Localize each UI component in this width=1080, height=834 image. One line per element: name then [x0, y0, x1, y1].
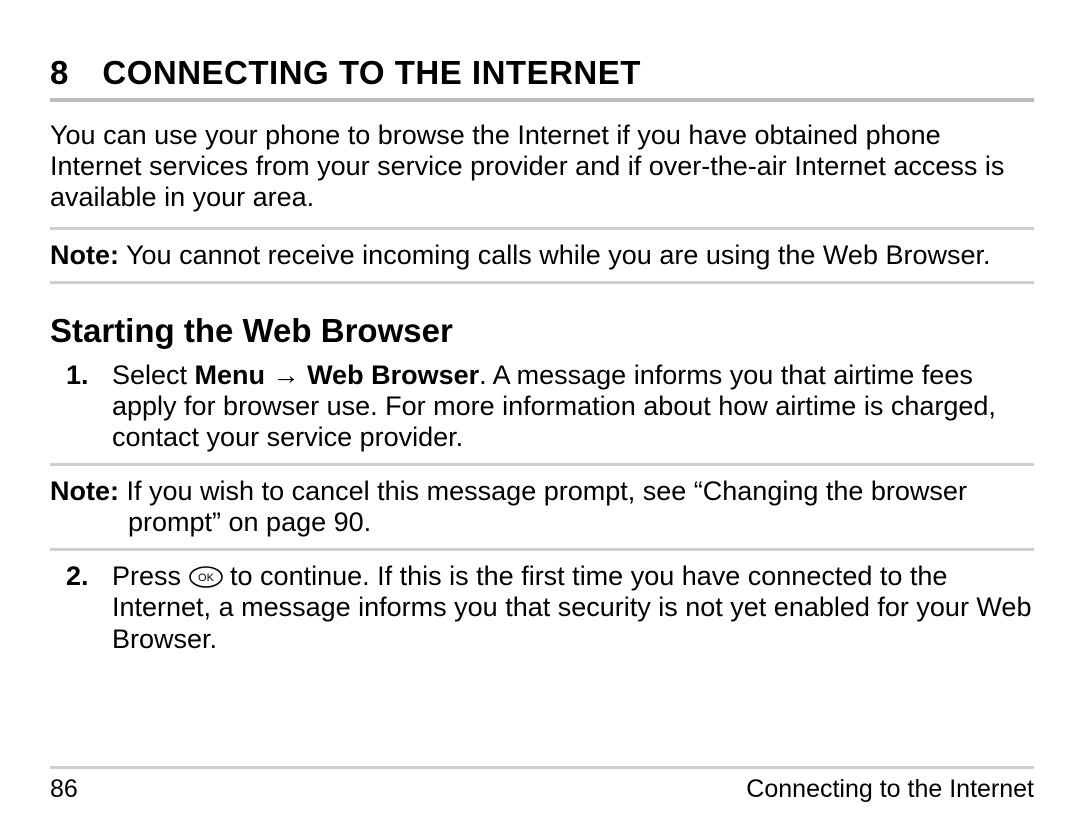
page-number: 86 — [50, 775, 78, 804]
note-bottom-rule — [50, 281, 1034, 284]
footer-title: Connecting to the Internet — [746, 775, 1034, 804]
menu-item-web-browser: Web Browser — [307, 360, 479, 390]
note-top-rule — [50, 227, 1034, 230]
section-heading: Starting the Web Browser — [50, 312, 1034, 350]
step-1: Select Menu → Web Browser. A message inf… — [50, 360, 1034, 453]
arrow-icon: → — [265, 360, 307, 390]
note-text: If you wish to cancel this message promp… — [127, 476, 967, 537]
step-2: Press OK to continue. If this is the fir… — [50, 561, 1034, 654]
note2-bottom-rule — [50, 548, 1034, 551]
note2-top-rule — [50, 463, 1034, 466]
chapter-title: CONNECTING TO THE INTERNET — [102, 54, 641, 92]
footer-rule — [50, 766, 1034, 769]
steps-list: Select Menu → Web Browser. A message inf… — [50, 360, 1034, 453]
document-page: 8 CONNECTING TO THE INTERNET You can use… — [0, 0, 1080, 834]
menu-item-menu: Menu — [195, 360, 266, 390]
page-footer: 86 Connecting to the Internet — [50, 766, 1034, 804]
note-label: Note: — [50, 476, 119, 506]
note-text: You cannot receive incoming calls while … — [126, 240, 990, 270]
step1-prefix: Select — [112, 360, 195, 390]
svg-text:OK: OK — [198, 572, 215, 584]
intro-paragraph: You can use your phone to browse the Int… — [50, 120, 1034, 213]
chapter-heading: 8 CONNECTING TO THE INTERNET — [50, 54, 1034, 92]
note-block-1: Note: You cannot receive incoming calls … — [50, 240, 1034, 271]
note-block-2: Note: If you wish to cancel this message… — [50, 476, 1034, 538]
ok-key-icon: OK — [189, 566, 223, 588]
steps-list-2: Press OK to continue. If this is the fir… — [50, 561, 1034, 654]
step2-suffix: to continue. If this is the first time y… — [112, 561, 1031, 653]
chapter-rule — [50, 98, 1034, 102]
step2-prefix: Press — [112, 561, 189, 591]
note-label: Note: — [50, 240, 119, 270]
chapter-number: 8 — [50, 54, 68, 92]
